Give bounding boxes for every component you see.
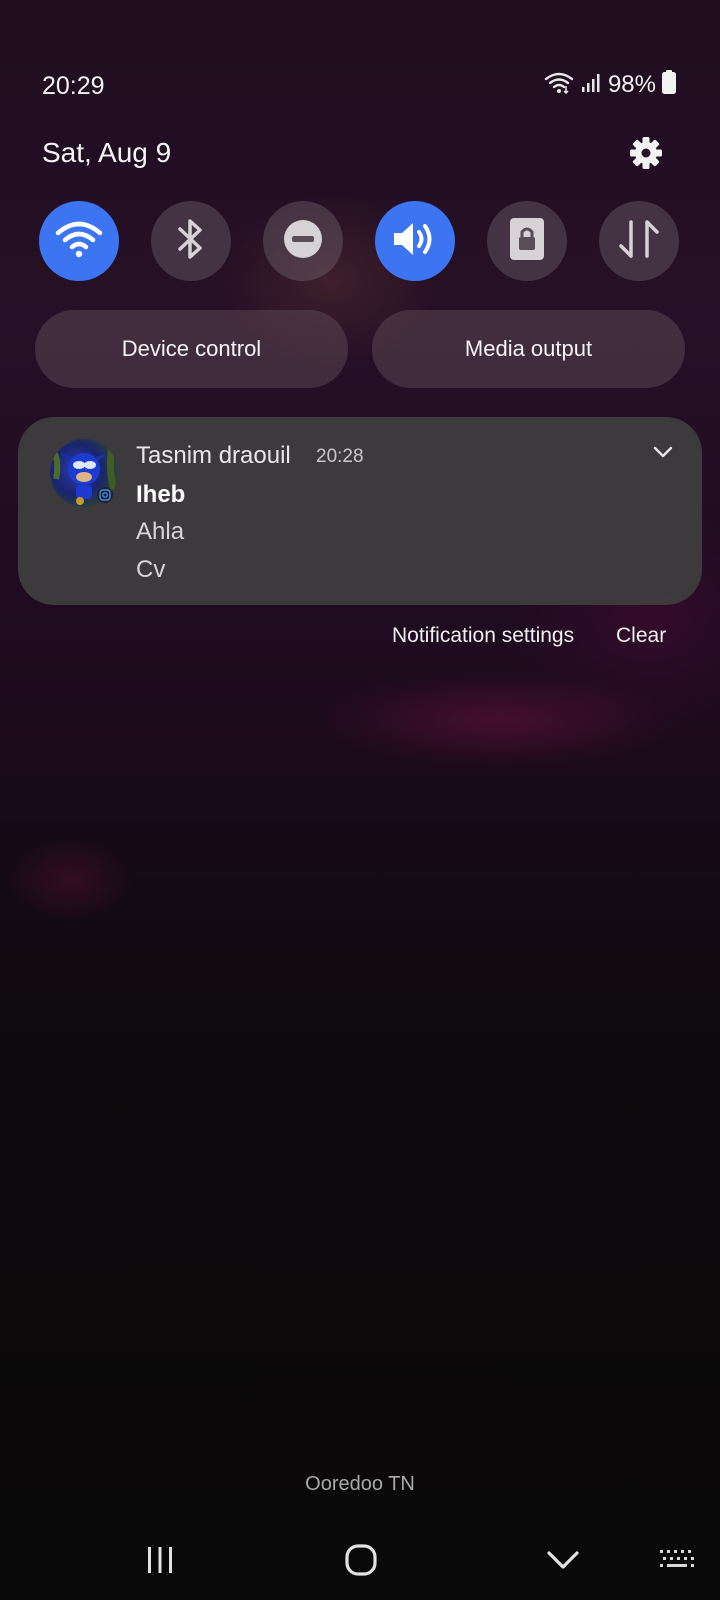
status-icons: 98%	[544, 70, 676, 99]
battery-percent: 98%	[607, 70, 656, 98]
recents-icon[interactable]	[130, 1536, 190, 1584]
notification-message-line: Cv	[136, 556, 166, 583]
mobile-data-toggle[interactable]	[599, 201, 679, 281]
sound-toggle[interactable]	[375, 201, 455, 281]
keyboard-icon[interactable]	[647, 1536, 707, 1584]
carrier-label: Ooredoo TN	[305, 1473, 415, 1495]
wifi-icon	[544, 70, 574, 99]
minus-circle-icon	[283, 219, 323, 264]
gear-icon[interactable]	[629, 136, 663, 170]
notification-title: Iheb	[136, 481, 186, 508]
notification-card[interactable]: Tasnim draouil 20:28 Iheb Ahla Cv	[18, 417, 702, 605]
status-time: 20:29	[42, 72, 105, 100]
date-label: Sat, Aug 9	[42, 137, 172, 168]
lock-icon	[509, 217, 545, 266]
speaker-icon	[391, 219, 439, 264]
notification-settings-button[interactable]: Notification settings	[392, 624, 574, 648]
data-arrows-icon	[617, 218, 661, 265]
signal-icon	[580, 71, 602, 98]
media-output-label: Media output	[464, 336, 593, 361]
back-icon[interactable]	[533, 1536, 593, 1584]
media-output-button[interactable]: Media output	[372, 310, 685, 388]
home-icon[interactable]	[331, 1536, 391, 1584]
clear-button[interactable]: Clear	[616, 624, 666, 648]
wifi-toggle[interactable]	[39, 201, 119, 281]
notification-sender: Tasnim draouil	[136, 442, 291, 469]
battery-icon	[662, 70, 676, 99]
instagram-icon	[97, 487, 113, 503]
device-control-label: Device control	[121, 336, 262, 361]
do-not-disturb-toggle[interactable]	[263, 201, 343, 281]
chevron-down-icon[interactable]	[652, 445, 674, 464]
rotation-lock-toggle[interactable]	[487, 201, 567, 281]
notification-message-line: Ahla	[136, 518, 185, 545]
wifi-icon	[55, 219, 103, 264]
notification-time: 20:28	[316, 446, 364, 467]
bluetooth-toggle[interactable]	[151, 201, 231, 281]
bluetooth-icon	[176, 217, 206, 266]
device-control-button[interactable]: Device control	[35, 310, 348, 388]
